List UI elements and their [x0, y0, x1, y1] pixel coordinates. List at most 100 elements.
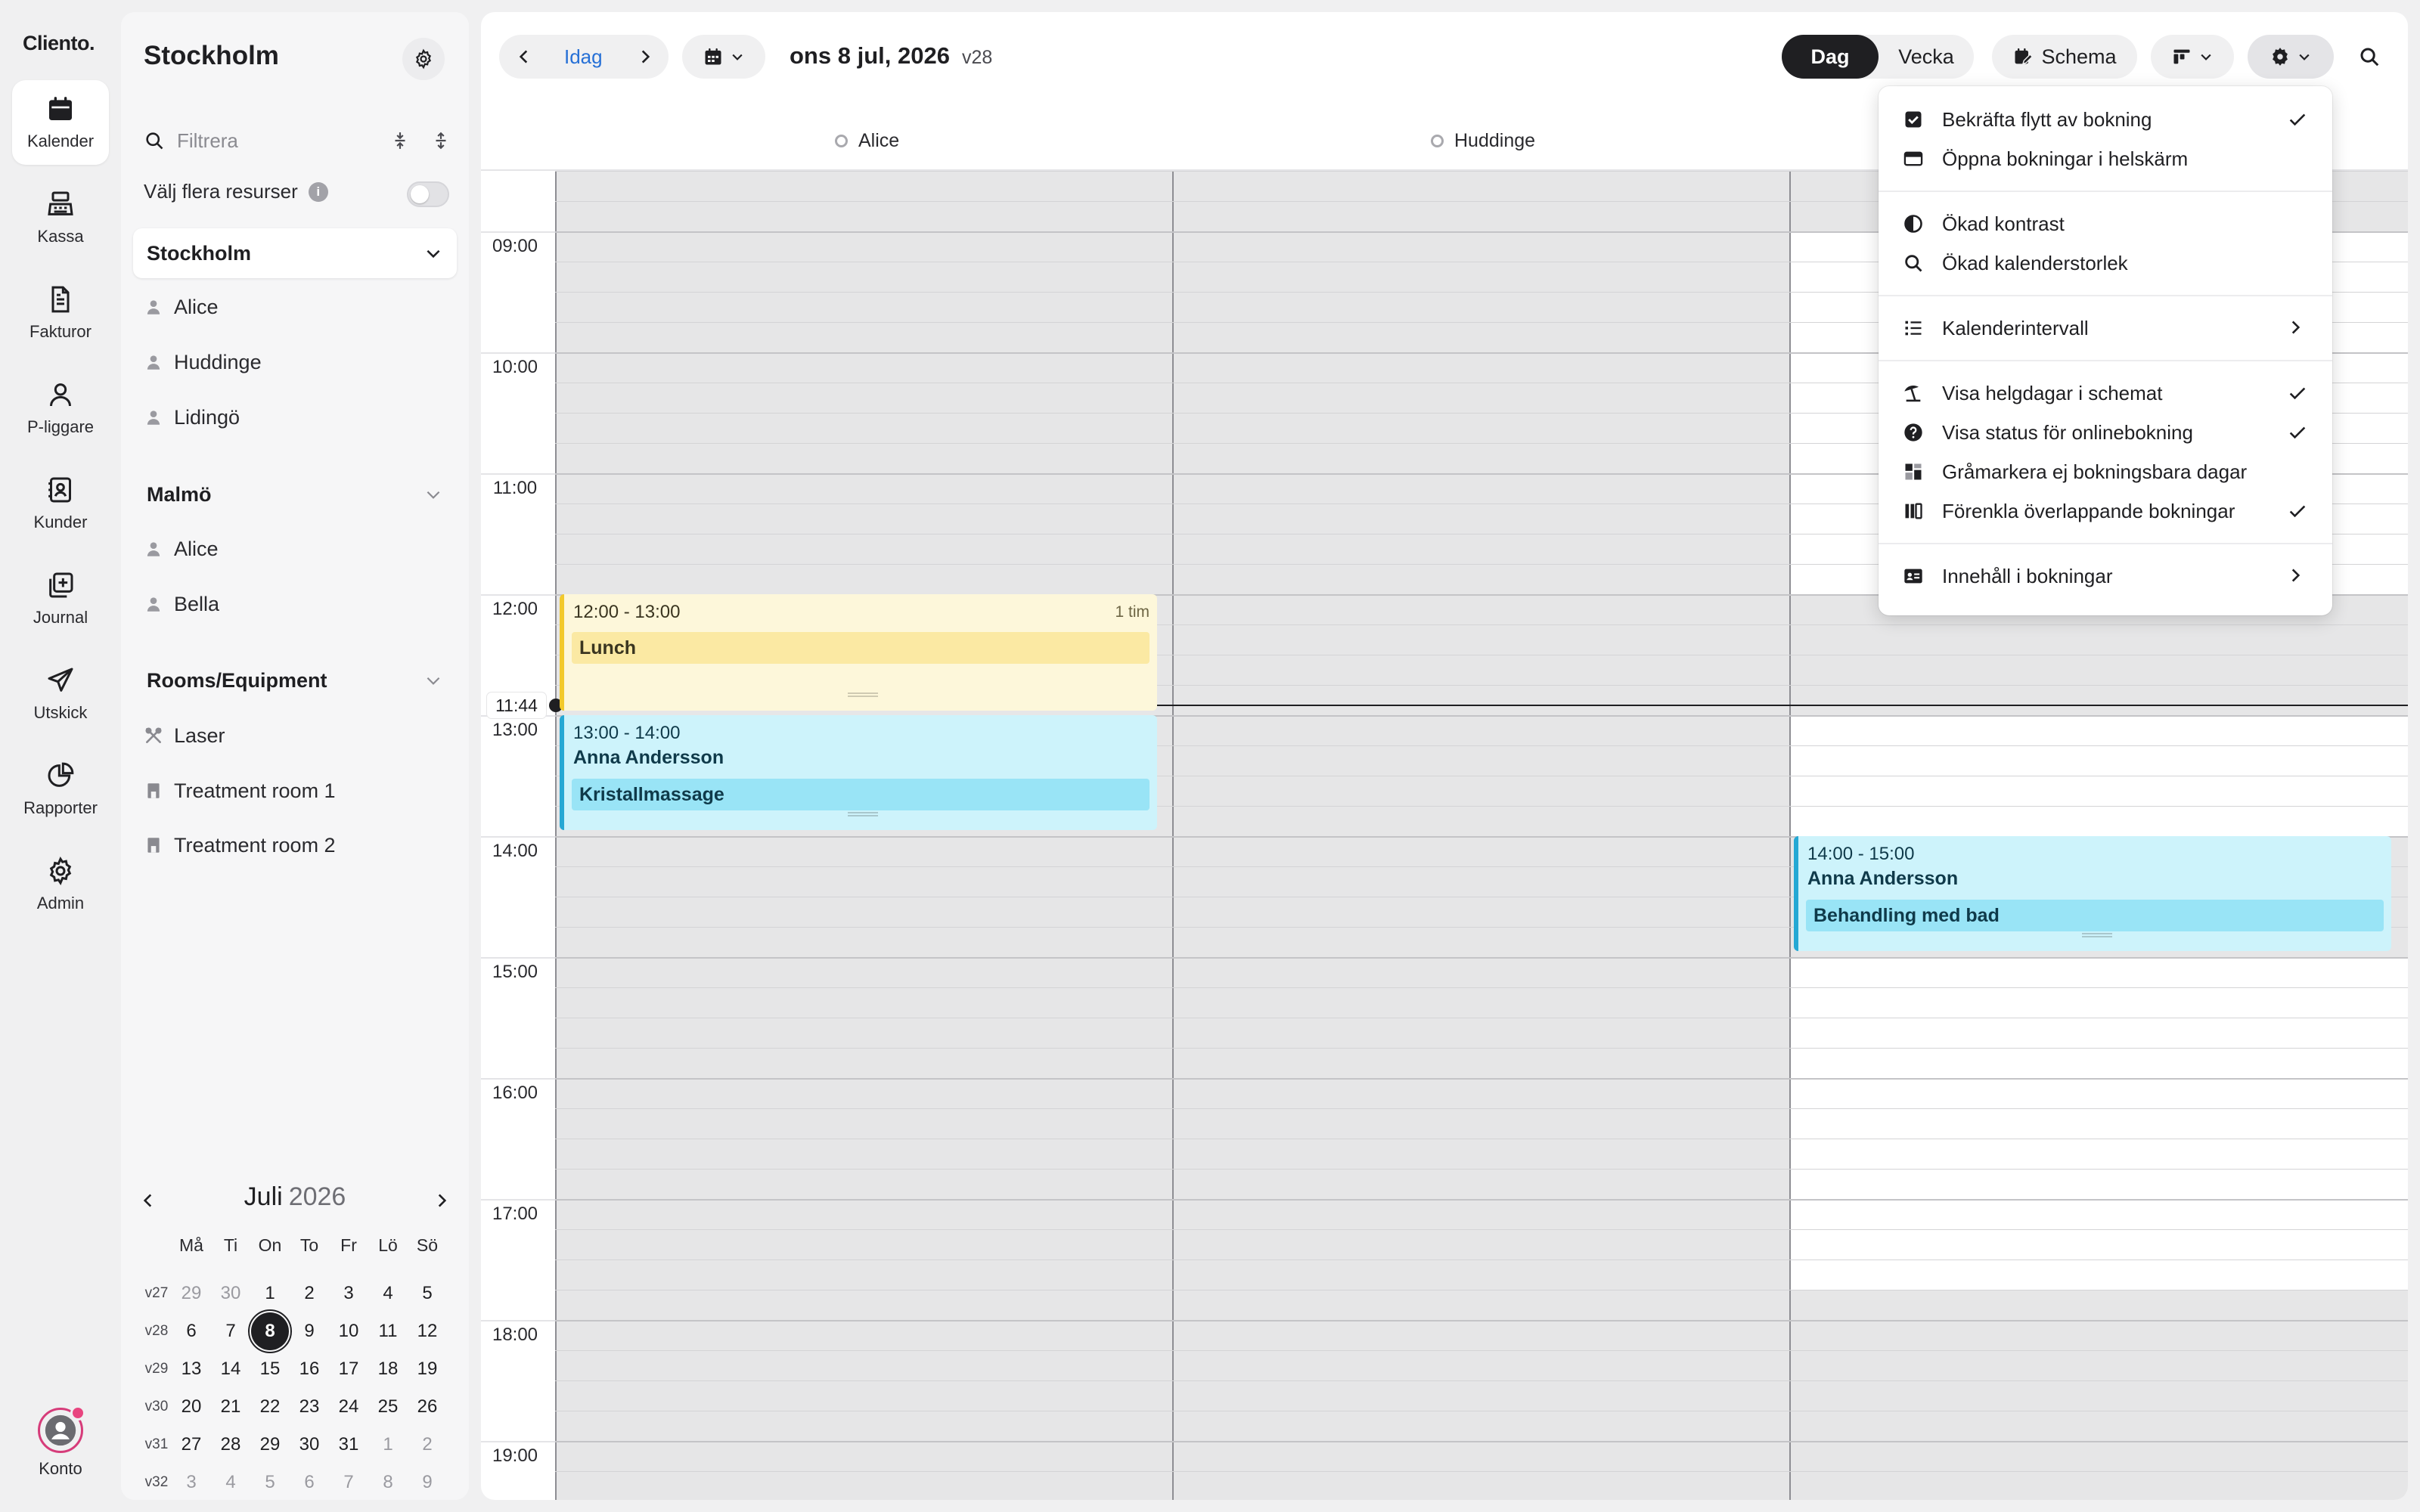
- info-icon[interactable]: i: [308, 181, 328, 202]
- mini-calendar-day[interactable]: 18: [369, 1350, 407, 1388]
- mini-calendar-day[interactable]: 17: [330, 1350, 368, 1388]
- date-picker-button[interactable]: [682, 35, 765, 79]
- menu-item-simplify-overlap[interactable]: Förenkla överlappande bokningar: [1879, 491, 2332, 531]
- view-day-button[interactable]: Dag: [1782, 35, 1879, 79]
- calendar-settings-button[interactable]: [2248, 35, 2334, 79]
- mini-calendar-day[interactable]: 4: [369, 1275, 407, 1312]
- mini-calendar-day[interactable]: 12: [408, 1312, 446, 1350]
- mini-calendar-day[interactable]: 1: [251, 1275, 289, 1312]
- mini-calendar-week-number[interactable]: v28: [138, 1323, 175, 1340]
- mini-calendar-day[interactable]: 26: [408, 1388, 446, 1426]
- mini-calendar-day[interactable]: 27: [172, 1426, 210, 1464]
- mini-calendar-day[interactable]: 13: [172, 1350, 210, 1388]
- menu-item-contrast[interactable]: Ökad kontrast: [1879, 204, 2332, 243]
- mini-calendar-day[interactable]: 30: [290, 1426, 328, 1464]
- group-malmo[interactable]: Malmö: [133, 469, 457, 519]
- nav-item-admin[interactable]: Admin: [12, 842, 109, 927]
- next-day-button[interactable]: [635, 47, 655, 67]
- mini-calendar-week-number[interactable]: v27: [138, 1285, 175, 1302]
- menu-item-calendar-size[interactable]: Ökad kalenderstorlek: [1879, 243, 2332, 283]
- schema-button[interactable]: Schema: [1992, 35, 2137, 79]
- today-button[interactable]: Idag: [564, 45, 603, 69]
- resource-item[interactable]: Alice: [144, 292, 219, 322]
- mini-calendar-day[interactable]: 5: [251, 1464, 289, 1501]
- mini-calendar-day[interactable]: 7: [330, 1464, 368, 1501]
- mini-calendar-day[interactable]: 28: [212, 1426, 250, 1464]
- mini-calendar-week-number[interactable]: v30: [138, 1399, 175, 1415]
- sidebar-settings-button[interactable]: [402, 38, 445, 80]
- mini-calendar-day[interactable]: 15: [251, 1350, 289, 1388]
- mini-calendar-day[interactable]: 5: [408, 1275, 446, 1312]
- mini-calendar-day[interactable]: 24: [330, 1388, 368, 1426]
- mini-calendar-day[interactable]: 4: [212, 1464, 250, 1501]
- mini-calendar-day[interactable]: 8: [369, 1464, 407, 1501]
- mini-calendar-day[interactable]: 1: [369, 1426, 407, 1464]
- mini-calendar-next-button[interactable]: [427, 1185, 457, 1216]
- mini-calendar-day[interactable]: 7: [212, 1312, 250, 1350]
- nav-item-kassa[interactable]: Kassa: [12, 175, 109, 260]
- nav-item-p-liggare[interactable]: P-liggare: [12, 366, 109, 451]
- resource-item[interactable]: Lidingö: [144, 402, 240, 432]
- menu-item-show-holidays[interactable]: Visa helgdagar i schemat: [1879, 373, 2332, 413]
- mini-calendar-day[interactable]: 19: [408, 1350, 446, 1388]
- menu-item-calendar-interval[interactable]: Kalenderintervall: [1879, 308, 2332, 348]
- mini-calendar-day[interactable]: 20: [172, 1388, 210, 1426]
- booking-lunch[interactable]: 12:00 - 13:00 1 tim Lunch: [560, 594, 1157, 711]
- mini-calendar-day[interactable]: 9: [290, 1312, 328, 1350]
- nav-item-kunder[interactable]: Kunder: [12, 461, 109, 546]
- mini-calendar-day[interactable]: 6: [290, 1464, 328, 1501]
- resource-item[interactable]: Laser: [144, 720, 225, 751]
- resource-item[interactable]: Alice: [144, 534, 219, 564]
- mini-calendar-day[interactable]: 14: [212, 1350, 250, 1388]
- mini-calendar-day[interactable]: 25: [369, 1388, 407, 1426]
- menu-item-confirm-move[interactable]: Bekräfta flytt av bokning: [1879, 100, 2332, 139]
- resize-handle[interactable]: [848, 812, 878, 816]
- nav-item-rapporter[interactable]: Rapporter: [12, 747, 109, 832]
- mini-calendar-week-number[interactable]: v29: [138, 1361, 175, 1377]
- layout-button[interactable]: [2151, 35, 2234, 79]
- mini-calendar-week-number[interactable]: v31: [138, 1436, 175, 1453]
- view-week-button[interactable]: Vecka: [1879, 35, 1974, 79]
- nav-item-kalender[interactable]: Kalender: [12, 80, 109, 165]
- nav-item-utskick[interactable]: Utskick: [12, 652, 109, 736]
- resource-item[interactable]: Huddinge: [144, 347, 262, 377]
- mini-calendar-day[interactable]: 29: [251, 1426, 289, 1464]
- account-button[interactable]: Konto: [12, 1405, 109, 1491]
- column-header-huddinge[interactable]: Huddinge: [1431, 130, 1535, 152]
- mini-calendar-day[interactable]: 6: [172, 1312, 210, 1350]
- nav-item-journal[interactable]: Journal: [12, 556, 109, 641]
- group-rooms-equipment[interactable]: Rooms/Equipment: [133, 655, 457, 705]
- mini-calendar-day[interactable]: 2: [408, 1426, 446, 1464]
- column-alice[interactable]: [555, 171, 1172, 1500]
- multi-resource-toggle[interactable]: [407, 181, 449, 207]
- collapse-all-button[interactable]: [390, 130, 410, 151]
- group-stockholm[interactable]: Stockholm: [133, 228, 457, 278]
- mini-calendar-day[interactable]: 30: [212, 1275, 250, 1312]
- mini-calendar-day[interactable]: 2: [290, 1275, 328, 1312]
- menu-item-booking-content[interactable]: Innehåll i bokningar: [1879, 556, 2332, 596]
- search-button[interactable]: [2347, 35, 2391, 79]
- booking-behandling-med-bad[interactable]: 14:00 - 15:00 Anna Andersson Behandling …: [1794, 836, 2391, 951]
- expand-all-button[interactable]: [431, 130, 451, 151]
- menu-item-online-status[interactable]: Visa status för onlinebokning: [1879, 413, 2332, 452]
- menu-item-fullscreen-bookings[interactable]: Öppna bokningar i helskärm: [1879, 139, 2332, 178]
- mini-calendar-day[interactable]: 22: [251, 1388, 289, 1426]
- column-huddinge[interactable]: [1172, 171, 1789, 1500]
- nav-item-fakturor[interactable]: Fakturor: [12, 271, 109, 355]
- mini-calendar-day[interactable]: 31: [330, 1426, 368, 1464]
- mini-calendar-day[interactable]: 3: [330, 1275, 368, 1312]
- mini-calendar-day[interactable]: 16: [290, 1350, 328, 1388]
- mini-calendar-day[interactable]: 3: [172, 1464, 210, 1501]
- mini-calendar-day[interactable]: 8: [248, 1309, 292, 1353]
- mini-calendar-week-number[interactable]: v32: [138, 1474, 175, 1491]
- mini-calendar-day[interactable]: 11: [369, 1312, 407, 1350]
- mini-calendar-day[interactable]: 9: [408, 1464, 446, 1501]
- menu-item-gray-unbookable[interactable]: Gråmarkera ej bokningsbara dagar: [1879, 452, 2332, 491]
- column-header-alice[interactable]: Alice: [835, 130, 899, 152]
- resource-item[interactable]: Bella: [144, 589, 219, 619]
- mini-calendar-prev-button[interactable]: [133, 1185, 163, 1216]
- resize-handle[interactable]: [848, 692, 878, 697]
- prev-day-button[interactable]: [514, 47, 534, 67]
- booking-kristallmassage[interactable]: 13:00 - 14:00 Anna Andersson Kristallmas…: [560, 715, 1157, 830]
- filter-input[interactable]: Filtrera: [177, 129, 238, 153]
